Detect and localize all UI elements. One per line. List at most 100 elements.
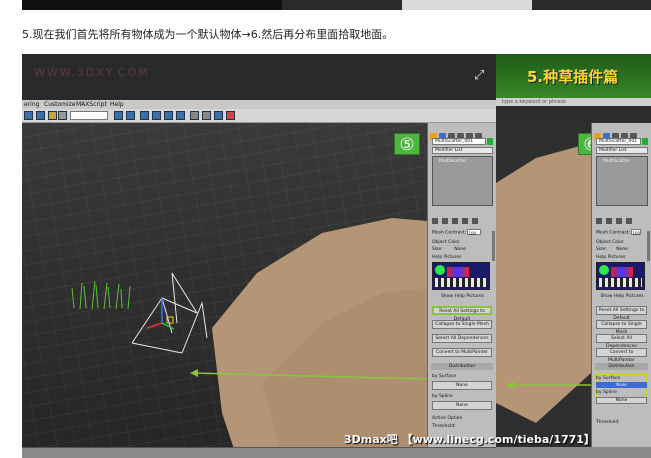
reset-settings-button[interactable]: Reset All Settings to Default — [432, 306, 492, 322]
panel-tab-icons — [430, 125, 494, 140]
perspective-viewport-right[interactable]: ⑥ — [496, 123, 591, 458]
size-value[interactable]: None — [616, 247, 628, 252]
tool-icon[interactable] — [36, 111, 45, 120]
forum-credit: 3Dmax吧 【www.linecg.com/tieba/1771】 — [344, 433, 595, 446]
menu-item-maxscript[interactable]: MAXScript — [76, 100, 107, 109]
tool-icon[interactable] — [176, 111, 185, 120]
search-strip[interactable]: type a keyword or phrase — [496, 98, 651, 106]
threshold-label: Threshold: — [432, 424, 456, 429]
viewport-scene — [71, 218, 427, 458]
modifier-list-dropdown[interactable]: Modifier List — [432, 147, 493, 154]
by-spline-picker[interactable]: None — [432, 401, 492, 410]
size-value[interactable]: None — [454, 247, 466, 252]
remove-modifier-icon[interactable] — [462, 218, 468, 224]
tool-icon[interactable] — [24, 111, 33, 120]
size-label: Size: — [432, 247, 443, 252]
help-picture-preview — [596, 262, 645, 290]
menu-item-help[interactable]: Help — [110, 100, 124, 109]
pin-stack-icon[interactable] — [596, 218, 602, 224]
main-toolbar — [22, 109, 496, 123]
step-badge-6: ⑥ — [578, 133, 591, 155]
previous-image-strip — [22, 0, 651, 10]
multiscatter-helper-icon — [131, 272, 208, 354]
object-color-swatch[interactable] — [642, 138, 648, 145]
by-surface-picker[interactable]: None — [432, 381, 492, 390]
modifier-stack[interactable]: MultiScatter — [432, 156, 493, 206]
object-color-swatch[interactable] — [487, 138, 493, 145]
show-end-result-icon[interactable] — [442, 218, 448, 224]
tool-icon[interactable] — [190, 111, 199, 120]
pin-stack-icon[interactable] — [432, 218, 438, 224]
threshold-label: Threshold: — [596, 420, 620, 425]
collapse-single-mesh-button[interactable]: Collapse to Single Mesh — [432, 320, 492, 329]
reset-settings-button[interactable]: Reset All Settings to Default — [596, 306, 647, 321]
object-name-field[interactable]: MultiScatter_001 — [596, 138, 641, 145]
object-color-label: Object Color — [432, 240, 460, 245]
menu-bar: ering Customize MAXScript Help — [22, 100, 496, 109]
step-caption: 5.现在我们首先将所有物体成为一个默认物体→6.然后再分布里面拾取地面。 — [22, 28, 394, 41]
panel-tab-icons — [594, 125, 649, 140]
object-color-label: Object Color — [596, 240, 624, 245]
make-unique-icon[interactable] — [452, 218, 458, 224]
tool-icon[interactable] — [58, 111, 67, 120]
tool-icon[interactable] — [226, 111, 235, 120]
tool-icon[interactable] — [214, 111, 223, 120]
show-help-pictures[interactable]: Show Help Pictures — [432, 293, 493, 300]
mesh-contrast-field[interactable]: 100 — [467, 229, 482, 236]
dark-block — [22, 0, 282, 10]
make-unique-icon[interactable] — [616, 218, 622, 224]
grass-patch-icon — [71, 280, 131, 310]
distribution-rollout[interactable]: Distribution — [595, 363, 648, 370]
command-panel-left: MultiScatter_001 Modifier List MultiScat… — [427, 123, 496, 458]
by-surface-picker[interactable]: None — [596, 382, 647, 388]
by-surface-label: by Surface — [432, 374, 457, 379]
select-dependences-button[interactable]: Select All Dependences — [432, 334, 492, 343]
terrain-plane-right — [496, 143, 591, 423]
stack-item[interactable]: MultiScatter — [439, 159, 466, 164]
mesh-contrast-label: Mesh Contrast: — [432, 230, 467, 236]
tool-icon[interactable] — [164, 111, 173, 120]
select-dependences-button[interactable]: Select All Dependences — [596, 334, 647, 349]
search-placeholder: type a keyword or phrase — [502, 99, 566, 105]
show-end-result-icon[interactable] — [606, 218, 612, 224]
menu-item-rendering[interactable]: ering — [24, 100, 39, 109]
page: 5.现在我们首先将所有物体成为一个默认物体→6.然后再分布里面拾取地面。 WWW… — [0, 0, 651, 458]
time-slider[interactable] — [22, 447, 496, 458]
object-name-field[interactable]: MultiScatter_001 — [432, 138, 486, 145]
tool-icon[interactable] — [126, 111, 135, 120]
configure-sets-icon[interactable] — [472, 218, 478, 224]
panel-scrollbar[interactable] — [647, 231, 650, 261]
tool-icon[interactable] — [202, 111, 211, 120]
grass-title: 5.种草插件篇 — [527, 68, 619, 86]
convert-multipainter-button[interactable]: Convert to MultiPainter — [432, 348, 492, 357]
active-option-label: Active Option — [432, 416, 463, 421]
tool-icon[interactable] — [140, 111, 149, 120]
collapse-single-mesh-button[interactable]: Collapse to Single Mesh — [596, 320, 647, 335]
by-spline-picker[interactable]: None — [596, 397, 647, 404]
tool-icon[interactable] — [48, 111, 57, 120]
tool-icon[interactable] — [152, 111, 161, 120]
panel-scrollbar[interactable] — [492, 231, 495, 261]
mesh-contrast-label: Mesh Contrast: — [596, 230, 631, 236]
distribution-rollout[interactable]: Distribution — [431, 363, 493, 370]
stack-tools — [596, 209, 648, 224]
mesh-contrast-row: Mesh Contrast: 100 — [432, 229, 493, 236]
help-pictures-label: Help Pictures — [432, 255, 462, 260]
perspective-viewport-left[interactable]: ⑤ — [22, 123, 427, 458]
selection-filter-dropdown[interactable] — [70, 111, 108, 120]
by-spline-label: by Spline — [432, 394, 453, 399]
command-panel-right: MultiScatter_001 Modifier List MultiScat… — [591, 123, 651, 458]
convert-multipainter-button[interactable]: Convert to MultiPainter — [596, 348, 647, 363]
remove-modifier-icon[interactable] — [626, 218, 632, 224]
mesh-contrast-field[interactable]: 100 — [631, 229, 642, 236]
tool-icon[interactable] — [114, 111, 123, 120]
light-block — [402, 0, 532, 10]
time-slider-right[interactable] — [496, 447, 651, 458]
modifier-list-dropdown[interactable]: Modifier List — [596, 147, 648, 154]
modifier-stack[interactable]: MultiScatter — [596, 156, 648, 206]
stack-item[interactable]: MultiScatter — [603, 159, 630, 164]
size-label: Size: — [596, 247, 607, 252]
show-help-pictures[interactable]: Show Help Pictures — [596, 293, 648, 300]
expand-icon[interactable]: ⤢ — [474, 68, 484, 83]
menu-item-customize[interactable]: Customize — [44, 100, 76, 109]
